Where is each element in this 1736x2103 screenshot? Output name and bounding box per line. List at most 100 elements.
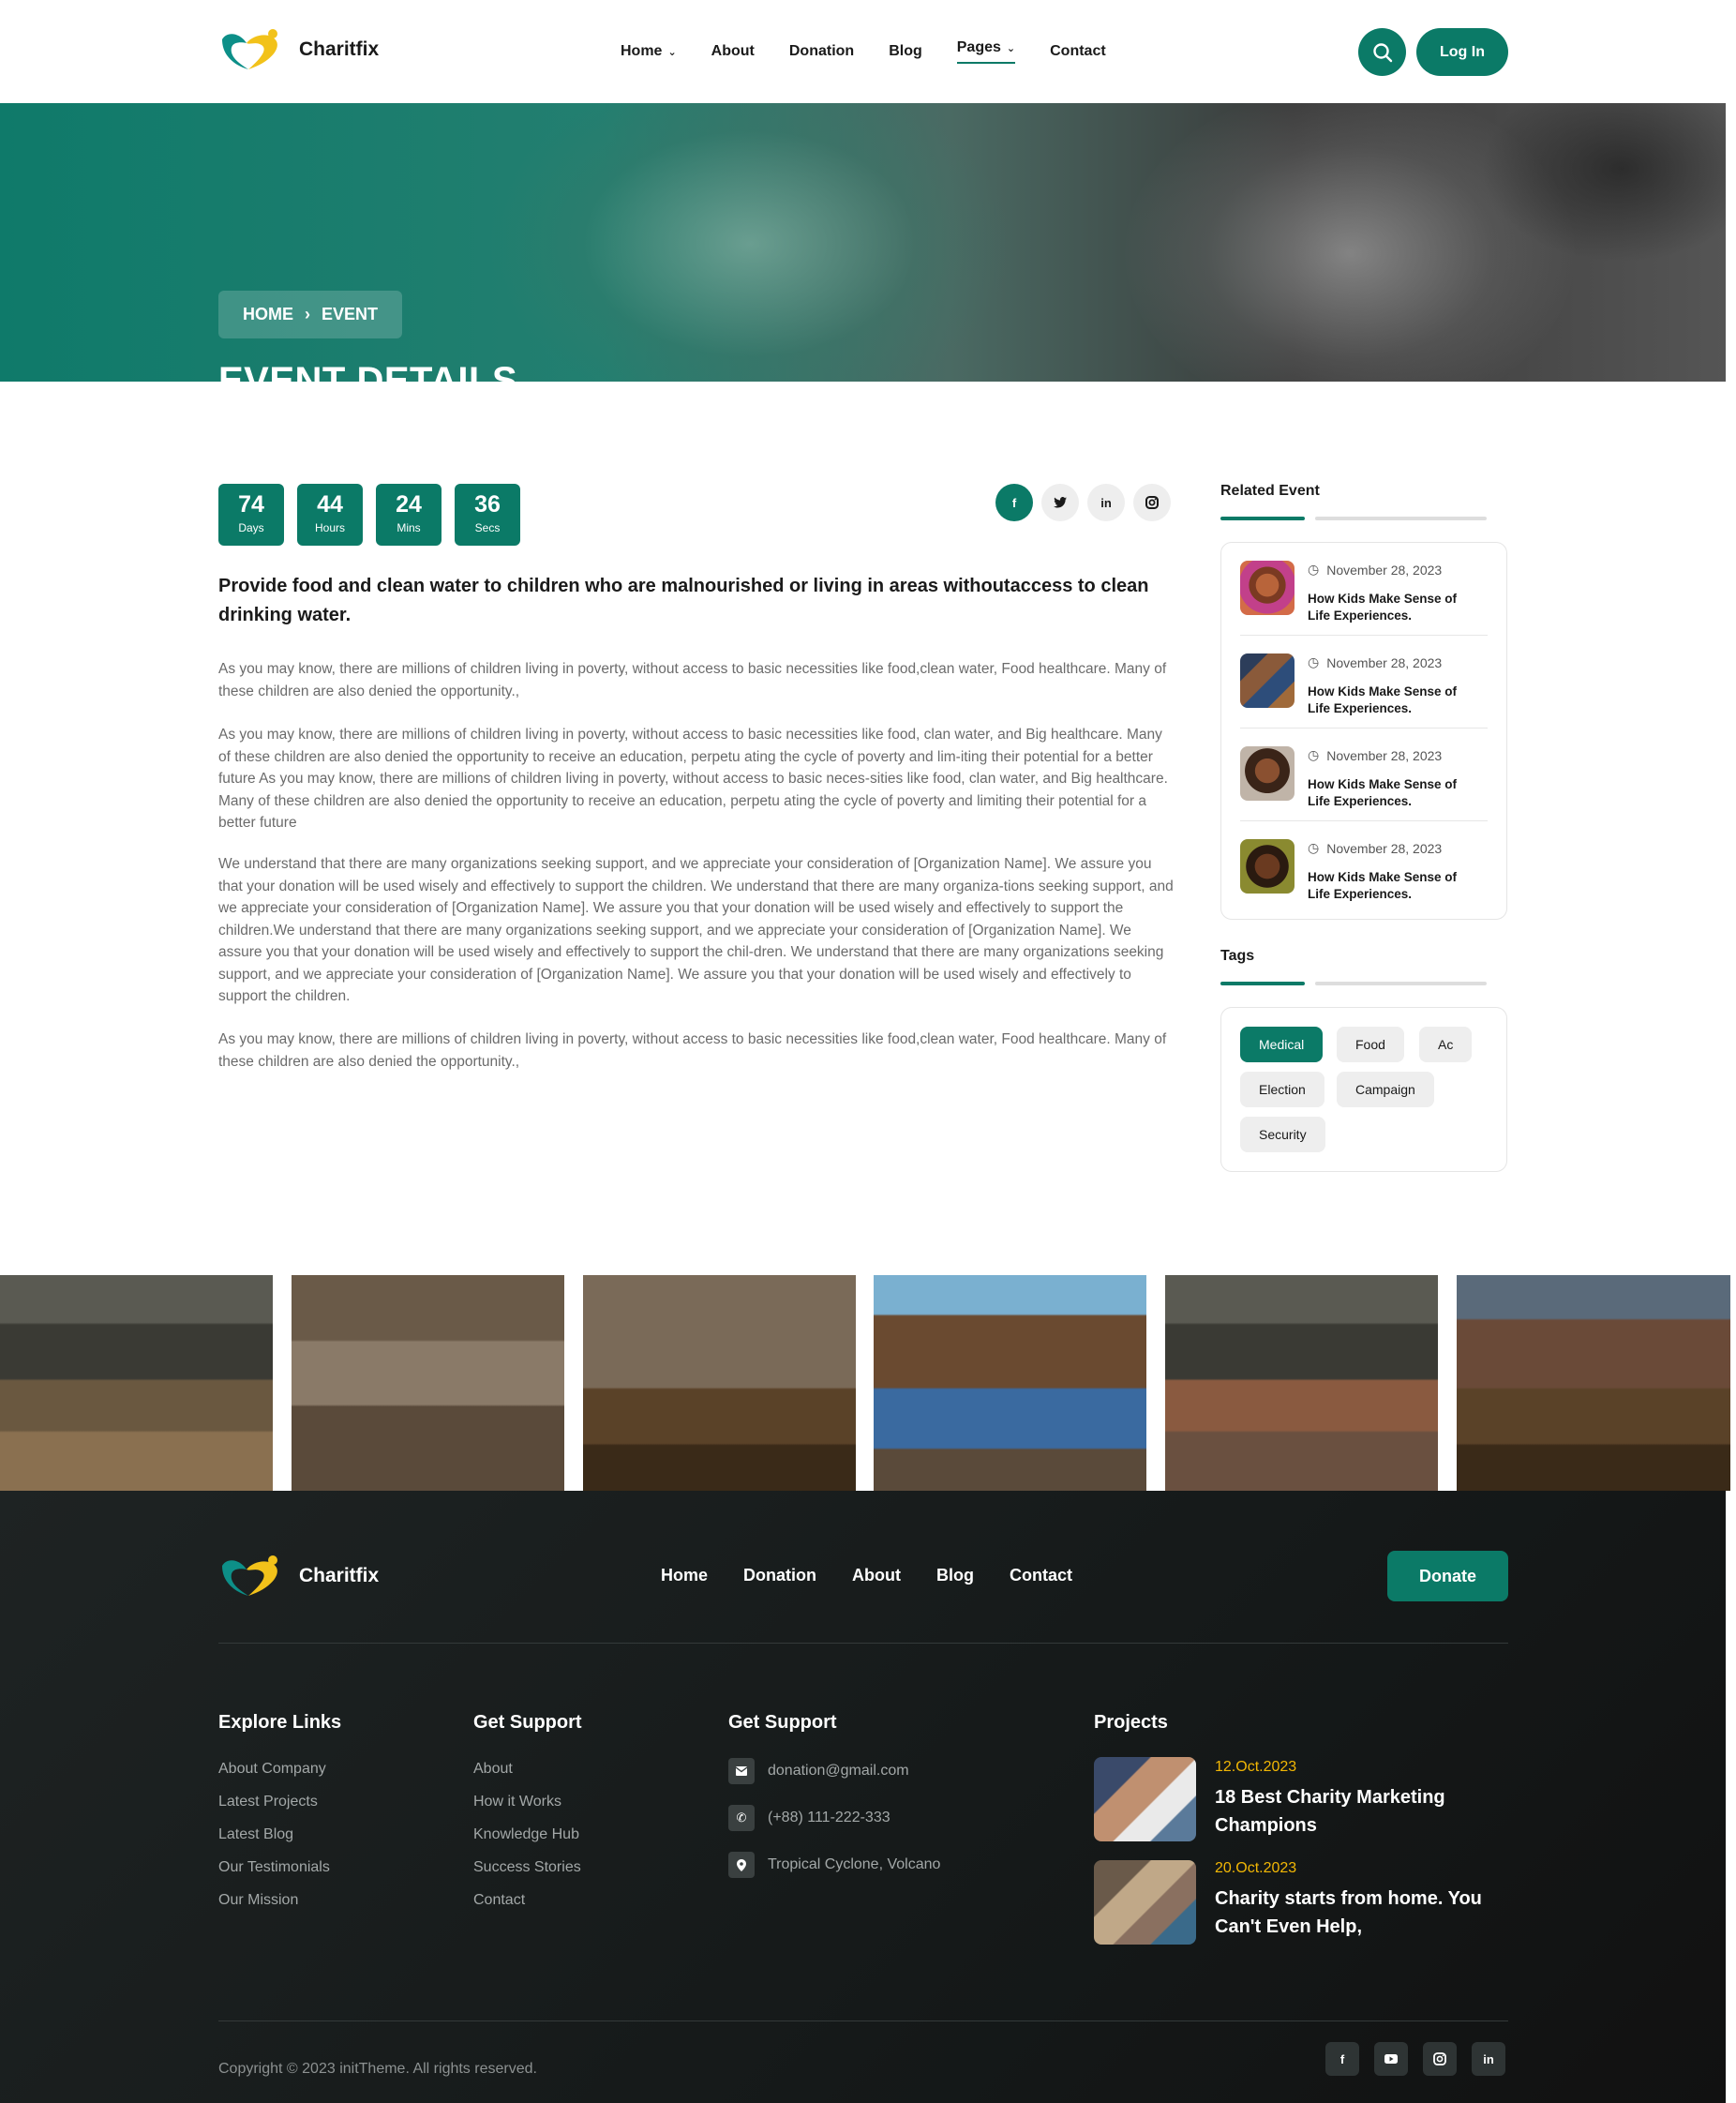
contact-email-text: donation@gmail.com — [768, 1763, 909, 1779]
nav-contact[interactable]: Contact — [1050, 39, 1106, 64]
project-thumbnail[interactable] — [1094, 1757, 1196, 1841]
footer-link[interactable]: About Company — [218, 1761, 326, 1778]
contact-phone[interactable]: ✆ (+88) 111-222-333 — [728, 1805, 890, 1831]
countdown-value: 36 — [474, 491, 501, 518]
tag-campaign[interactable]: Campaign — [1337, 1072, 1434, 1107]
countdown-value: 74 — [238, 491, 264, 518]
brand-logo[interactable]: Charitfix — [218, 28, 379, 71]
date-text: November 28, 2023 — [1326, 747, 1443, 763]
instagram-icon[interactable] — [1133, 484, 1171, 521]
gallery-image[interactable] — [583, 1275, 856, 1491]
related-event-date: ◷ November 28, 2023 — [1308, 562, 1442, 578]
contact-email[interactable]: donation@gmail.com — [728, 1758, 909, 1784]
article-paragraph: As you may know, there are millions of c… — [218, 661, 1167, 699]
footer-nav-blog[interactable]: Blog — [936, 1566, 974, 1585]
facebook-icon[interactable]: f — [1325, 2042, 1359, 2076]
footer-link[interactable]: How it Works — [473, 1794, 561, 1810]
breadcrumb-home[interactable]: HOME — [243, 305, 293, 324]
gallery-image[interactable] — [1457, 1275, 1730, 1491]
related-event-item[interactable]: ◷ November 28, 2023 How Kids Make Sense o… — [1240, 821, 1488, 914]
contact-heading: Get Support — [728, 1712, 837, 1733]
linkedin-icon[interactable]: in — [1087, 484, 1125, 521]
gallery-image[interactable] — [874, 1275, 1146, 1491]
project-title[interactable]: Charity starts from home. You Can't Even… — [1215, 1885, 1505, 1941]
footer-link[interactable]: Knowledge Hub — [473, 1826, 579, 1843]
tag-ac[interactable]: Ac — [1419, 1027, 1473, 1062]
footer-link[interactable]: Latest Projects — [218, 1794, 318, 1810]
footer-nav-contact[interactable]: Contact — [1010, 1566, 1072, 1585]
photo-gallery — [0, 1275, 1736, 1491]
footer-link[interactable]: Success Stories — [473, 1859, 581, 1876]
gallery-image[interactable] — [292, 1275, 564, 1491]
footer-link[interactable]: About — [473, 1761, 513, 1778]
footer-nav-about[interactable]: About — [852, 1566, 901, 1585]
countdown-hours: 44 Hours — [297, 484, 363, 546]
project-date: 20.Oct.2023 — [1215, 1860, 1297, 1876]
footer-nav-donation[interactable]: Donation — [743, 1566, 816, 1585]
related-event-title[interactable]: How Kids Make Sense of Life Experiences. — [1308, 776, 1481, 810]
countdown-label: Hours — [314, 521, 345, 534]
footer-link[interactable]: Contact — [473, 1892, 525, 1909]
tag-food[interactable]: Food — [1337, 1027, 1404, 1062]
related-event-thumbnail — [1240, 653, 1295, 708]
linkedin-icon[interactable]: in — [1472, 2042, 1505, 2076]
contact-address: Tropical Cyclone, Volcano — [728, 1852, 940, 1878]
countdown-mins: 24 Mins — [376, 484, 441, 546]
donate-button[interactable]: Donate — [1387, 1551, 1508, 1601]
date-text: November 28, 2023 — [1326, 562, 1443, 578]
related-event-title[interactable]: How Kids Make Sense of Life Experiences. — [1308, 683, 1481, 717]
clock-icon: ◷ — [1308, 840, 1320, 855]
facebook-icon[interactable]: f — [995, 484, 1033, 521]
project-thumbnail[interactable] — [1094, 1860, 1196, 1945]
related-event-title[interactable]: How Kids Make Sense of Life Experiences. — [1308, 591, 1481, 624]
related-event-thumbnail — [1240, 839, 1295, 894]
breadcrumb: HOME › EVENT — [218, 291, 403, 338]
contact-phone-text: (+88) 111-222-333 — [768, 1810, 890, 1825]
related-event-item[interactable]: ◷ November 28, 2023 How Kids Make Sense o… — [1240, 729, 1488, 821]
project-date: 12.Oct.2023 — [1215, 1759, 1297, 1775]
nav-blog[interactable]: Blog — [889, 39, 922, 64]
countdown-secs: 36 Secs — [455, 484, 520, 546]
copyright-text: Copyright © 2023 initTheme. All rights r… — [218, 2061, 537, 2077]
footer-link[interactable]: Latest Blog — [218, 1826, 293, 1843]
brand-name: Charitfix — [299, 38, 380, 60]
nav-home[interactable]: Home ⌄ — [621, 39, 677, 64]
contact-address-text: Tropical Cyclone, Volcano — [768, 1856, 941, 1872]
share-links: f in — [995, 484, 1171, 521]
footer-brand-logo[interactable]: Charitfix — [218, 1555, 379, 1598]
tag-cloud: Medical Food Ac Election Campaign Securi… — [1220, 1007, 1507, 1172]
footer-link[interactable]: Our Mission — [218, 1892, 298, 1909]
footer-nav-home[interactable]: Home — [661, 1566, 708, 1585]
location-pin-icon — [728, 1852, 755, 1878]
twitter-icon[interactable] — [1041, 484, 1079, 521]
footer-social-links: f in — [1325, 2042, 1505, 2076]
support-heading: Get Support — [473, 1712, 582, 1733]
nav-donation[interactable]: Donation — [789, 39, 854, 64]
phone-icon: ✆ — [728, 1805, 755, 1831]
related-event-item[interactable]: ◷ November 28, 2023 How Kids Make Sense o… — [1240, 636, 1488, 729]
related-event-title[interactable]: How Kids Make Sense of Life Experiences. — [1308, 869, 1481, 903]
nav-about[interactable]: About — [711, 39, 755, 64]
instagram-icon[interactable] — [1423, 2042, 1457, 2076]
related-event-date: ◷ November 28, 2023 — [1308, 747, 1442, 763]
nav-pages[interactable]: Pages ⌄ — [956, 39, 1016, 64]
gallery-image[interactable] — [1165, 1275, 1438, 1491]
heart-logo-icon — [222, 1555, 277, 1596]
footer-nav: Home Donation About Blog Contact — [661, 1566, 1072, 1585]
project-title[interactable]: 18 Best Charity Marketing Champions — [1215, 1783, 1505, 1840]
tag-security[interactable]: Security — [1240, 1117, 1325, 1152]
footer-divider — [218, 2020, 1508, 2021]
related-event-item[interactable]: ◷ November 28, 2023 How Kids Make Sense o… — [1240, 543, 1488, 636]
related-event-date: ◷ November 28, 2023 — [1308, 840, 1442, 856]
login-button[interactable]: Log In — [1416, 28, 1508, 76]
gallery-image[interactable] — [0, 1275, 273, 1491]
clock-icon: ◷ — [1308, 747, 1320, 762]
youtube-icon[interactable] — [1374, 2042, 1408, 2076]
event-countdown: 74 Days 44 Hours 24 Mins 36 Secs — [218, 484, 520, 546]
footer-link[interactable]: Our Testimonials — [218, 1859, 330, 1876]
search-button[interactable] — [1358, 28, 1406, 76]
tag-election[interactable]: Election — [1240, 1072, 1324, 1107]
clock-icon: ◷ — [1308, 654, 1320, 669]
tag-medical[interactable]: Medical — [1240, 1027, 1324, 1062]
mail-icon — [728, 1758, 755, 1784]
